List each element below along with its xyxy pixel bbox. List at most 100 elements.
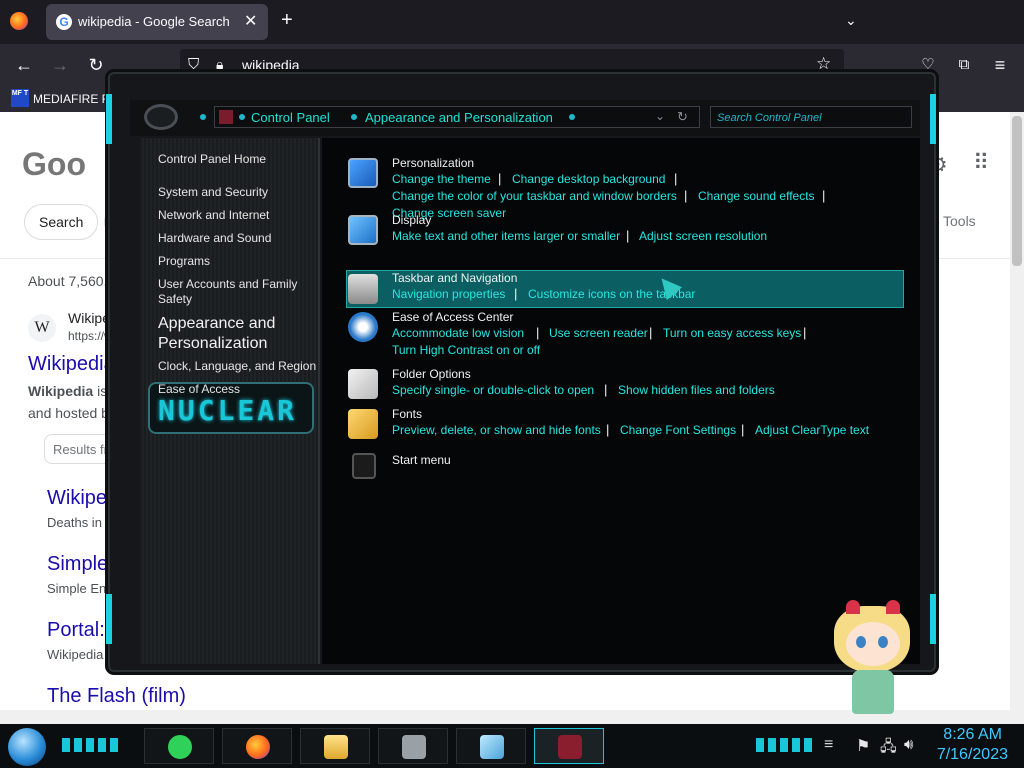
personalization-icon[interactable] <box>348 158 378 188</box>
taskbar-firefox-button[interactable] <box>222 728 292 764</box>
frame-accent <box>930 94 936 144</box>
task-single-double-click[interactable]: Specify single- or double-click to open <box>392 383 594 397</box>
search-control-panel[interactable] <box>710 106 912 128</box>
sidebar-item-hardware[interactable]: Hardware and Sound <box>158 231 318 246</box>
ease-of-access-icon[interactable] <box>348 312 378 342</box>
task-change-sound[interactable]: Change sound effects <box>698 189 815 203</box>
start-orb-icon[interactable] <box>8 728 46 766</box>
task-screen-reader[interactable]: Use screen reader <box>549 326 648 340</box>
snipping-icon <box>480 735 504 759</box>
task-easy-access-keys[interactable]: Turn on easy access keys <box>663 326 801 340</box>
lock-icon[interactable]: 🔒︎ <box>216 56 223 73</box>
sidebar-item-ease-of-access[interactable]: Ease of Access <box>158 382 318 397</box>
taskbar-time[interactable]: 8:26 AM <box>928 726 1002 744</box>
sidebar-item-home[interactable]: Control Panel Home <box>158 152 318 167</box>
category-title[interactable]: Display <box>392 213 431 227</box>
chevron-down-icon[interactable]: ⌄ <box>845 12 857 29</box>
tools-label[interactable]: Tools <box>943 213 976 229</box>
tab-close-icon[interactable]: ✕ <box>244 11 257 31</box>
result-sub-2: Deaths in 2 <box>47 515 113 530</box>
new-tab-button[interactable]: + <box>281 10 293 30</box>
frame-accent <box>106 594 112 644</box>
task-cleartype[interactable]: Adjust ClearType text <box>755 423 869 437</box>
sidebar-item-system-security[interactable]: System and Security <box>158 185 318 200</box>
display-icon[interactable] <box>348 215 378 245</box>
results-from-box[interactable]: Results fro <box>44 434 115 464</box>
task-preview-fonts[interactable]: Preview, delete, or show and hide fonts <box>392 423 601 437</box>
back-orb-icon[interactable] <box>144 104 178 130</box>
category-title[interactable]: Fonts <box>392 407 422 421</box>
back-arrow-icon[interactable]: ← <box>11 52 37 78</box>
taskbar-date[interactable]: 7/16/2023 <box>918 746 1008 764</box>
forward-arrow-icon[interactable]: → <box>47 52 73 78</box>
reload-icon[interactable]: ↻ <box>83 52 109 78</box>
search-input[interactable] <box>717 110 897 126</box>
task-change-color[interactable]: Change the color of your taskbar and win… <box>392 189 677 203</box>
taskbar-app-button[interactable] <box>378 728 448 764</box>
sidebar-item-user-accounts[interactable]: User Accounts and Family Safety <box>158 277 318 307</box>
search-button-pill[interactable]: Search <box>24 204 98 240</box>
task-screen-resolution[interactable]: Adjust screen resolution <box>639 229 767 243</box>
sidebar-item-programs[interactable]: Programs <box>158 254 318 269</box>
category-title[interactable]: Taskbar and Navigation <box>392 271 517 285</box>
show-hidden-icons[interactable]: ≡ <box>824 736 833 754</box>
shield-icon[interactable]: ⛉ <box>188 56 199 73</box>
mascot-eye <box>856 636 866 648</box>
network-icon[interactable]: 🖧︎ <box>880 736 897 761</box>
separator: | <box>674 171 678 186</box>
google-logo[interactable]: Goo <box>22 146 86 183</box>
nav-dot-icon <box>200 114 206 120</box>
taskbar-control-panel-button[interactable] <box>534 728 604 764</box>
task-font-settings[interactable]: Change Font Settings <box>620 423 736 437</box>
browser-tab-strip: G wikipedia - Google Search ✕ + ⌄ <box>0 0 1024 44</box>
category-title[interactable]: Start menu <box>392 453 451 467</box>
separator: | <box>536 325 540 340</box>
taskbar-app-button[interactable] <box>456 728 526 764</box>
taskbar-explorer-button[interactable] <box>300 728 370 764</box>
sidebar-item-clock[interactable]: Clock, Language, and Region <box>158 359 318 374</box>
fonts-folder-icon[interactable] <box>348 409 378 439</box>
vertical-scrollbar[interactable] <box>1010 112 1024 710</box>
taskbar-icon[interactable] <box>348 274 378 304</box>
result-link-wikipedia[interactable]: Wikipedia <box>28 353 115 376</box>
category-title[interactable]: Folder Options <box>392 367 471 381</box>
browser-tab[interactable]: G wikipedia - Google Search ✕ <box>46 4 268 40</box>
result-link-3[interactable]: Simple <box>47 553 108 576</box>
taskbar-accent <box>62 738 118 752</box>
refresh-icon[interactable]: ↻ <box>677 109 688 125</box>
menu-icon[interactable]: ≡ <box>987 52 1013 78</box>
mediafire-icon: MF T <box>11 89 29 107</box>
sidebar-item-network[interactable]: Network and Internet <box>158 208 318 223</box>
task-low-vision[interactable]: Accommodate low vision <box>392 326 524 340</box>
task-hidden-files[interactable]: Show hidden files and folders <box>618 383 775 397</box>
bookmark-star-icon[interactable]: ☆ <box>816 54 831 74</box>
taskbar-notes-button[interactable] <box>144 728 214 764</box>
folder-options-icon[interactable] <box>348 369 378 399</box>
volume-icon[interactable]: 🔊︎ <box>904 736 913 753</box>
firewall-icon <box>402 735 426 759</box>
category-title[interactable]: Ease of Access Center <box>392 310 513 324</box>
scrollbar-thumb[interactable] <box>1012 116 1022 266</box>
category-title[interactable]: Personalization <box>392 156 474 170</box>
task-change-theme[interactable]: Change the theme <box>392 172 491 186</box>
apps-grid-icon[interactable]: ⠿ <box>973 150 989 176</box>
wikipedia-favicon-icon: W <box>28 314 56 342</box>
flag-icon[interactable]: ⚑ <box>856 736 870 756</box>
sidebar-item-appearance[interactable]: Appearance and Personalization <box>158 314 318 354</box>
url-input[interactable] <box>242 57 742 73</box>
bullet-icon <box>569 114 575 120</box>
extensions-icon[interactable]: ⧉ <box>951 52 977 78</box>
task-navigation-properties[interactable]: Navigation properties <box>392 287 505 301</box>
start-menu-icon[interactable] <box>352 453 376 479</box>
task-change-background[interactable]: Change desktop background <box>512 172 665 186</box>
chevron-down-icon[interactable]: ⌄ <box>655 109 665 123</box>
firefox-icon[interactable] <box>10 12 28 30</box>
search-button-label: Search <box>39 214 84 230</box>
breadcrumb-control-panel[interactable]: Control Panel <box>251 110 330 125</box>
breadcrumb-appearance[interactable]: Appearance and Personalization <box>365 110 553 125</box>
breadcrumb[interactable]: Control Panel Appearance and Personaliza… <box>214 106 700 128</box>
task-text-size[interactable]: Make text and other items larger or smal… <box>392 229 620 243</box>
result-link-5[interactable]: The Flash (film) <box>47 685 186 708</box>
task-high-contrast[interactable]: Turn High Contrast on or off <box>392 343 540 357</box>
tab-title: wikipedia - Google Search <box>78 14 230 29</box>
